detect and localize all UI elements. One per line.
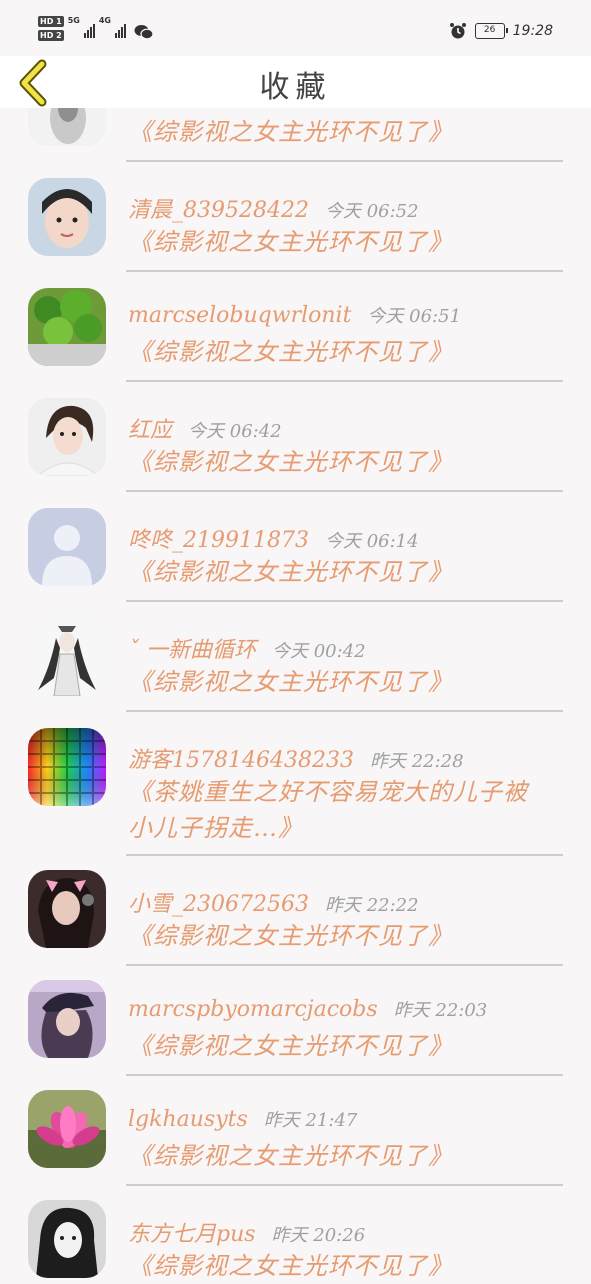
book-title[interactable]: 《茶姚重生之好不容易宠大的儿子被小儿子拐走…》 (128, 774, 548, 846)
hd1-badge: HD 1 (38, 16, 64, 27)
book-title[interactable]: 《综影视之女主光环不见了》 (128, 918, 558, 954)
timestamp: 昨天 20:26 (271, 1225, 366, 1246)
network-5g-label: 5G (67, 16, 80, 25)
user-name-text[interactable]: 游客1578146438233 (128, 748, 354, 773)
user-name[interactable]: lgkhausyts 昨天 21:47 (128, 1106, 357, 1132)
user-name-text[interactable]: marcspbyomarcjacobs (128, 997, 378, 1022)
user-name-text[interactable]: 清晨_839528422 (128, 198, 309, 223)
hd2-badge: HD 2 (38, 30, 64, 41)
timestamp: 昨天 22:28 (369, 751, 464, 772)
page-title: 收藏 (259, 70, 332, 105)
avatar[interactable] (28, 178, 106, 256)
list-item[interactable]: 东方七月pus 昨天 20:26 《综影视之女主光环不见了》 (0, 1186, 591, 1280)
user-name[interactable]: 东方七月pus 昨天 20:26 (128, 1216, 365, 1248)
list-item[interactable]: 小雪_230672563 昨天 22:22 《综影视之女主光环不见了》 (0, 856, 591, 966)
app-header: 收藏 (0, 56, 591, 108)
avatar[interactable] (28, 288, 106, 366)
avatar[interactable] (28, 870, 106, 948)
user-name[interactable]: marcspbyomarcjacobs 昨天 22:03 (128, 996, 487, 1022)
user-name-text[interactable]: 红应 (128, 418, 172, 443)
book-title[interactable]: 《综影视之女主光环不见了》 (128, 664, 558, 700)
list-item[interactable]: 清晨_839528422 今天 06:52 《综影视之女主光环不见了》 (0, 162, 591, 272)
avatar[interactable] (28, 508, 106, 586)
book-title[interactable]: 《综影视之女主光环不见了》 (128, 1248, 558, 1284)
timestamp: 今天 06:52 (324, 201, 419, 222)
alarm-icon (449, 23, 466, 39)
list-item[interactable]: ˇ 一新曲循环 今天 00:42 《综影视之女主光环不见了》 (0, 602, 591, 712)
user-name[interactable]: 红应 今天 06:42 (128, 412, 282, 444)
list-item[interactable]: lgkhausyts 昨天 21:47 《综影视之女主光环不见了》 (0, 1076, 591, 1186)
signal-icon (83, 22, 95, 38)
timestamp: 昨天 22:22 (324, 895, 419, 916)
timestamp: 昨天 21:47 (263, 1110, 358, 1131)
status-right: 26 19:28 (449, 22, 553, 40)
timestamp: 今天 06:42 (188, 421, 282, 442)
user-name[interactable]: 清晨_839528422 今天 06:52 (128, 192, 419, 224)
user-name[interactable]: 小雪_230672563 昨天 22:22 (128, 886, 419, 918)
user-name[interactable]: 游客1578146438233 昨天 22:28 (128, 742, 464, 774)
timestamp: 昨天 22:03 (393, 1000, 488, 1021)
network-4g-label: 4G (98, 16, 111, 25)
default-avatar-icon (28, 508, 106, 586)
avatar[interactable] (28, 1090, 106, 1168)
clock: 19:28 (512, 23, 553, 39)
timestamp: 今天 06:14 (324, 531, 419, 552)
book-title[interactable]: 《综影视之女主光环不见了》 (128, 334, 558, 370)
book-title[interactable]: 《综影视之女主光环不见了》 (128, 1028, 558, 1064)
timestamp: 今天 00:42 (272, 641, 366, 662)
user-name[interactable]: 咚咚_219911873 今天 06:14 (128, 522, 419, 554)
avatar[interactable] (28, 980, 106, 1058)
avatar[interactable] (28, 618, 106, 696)
avatar[interactable] (28, 1200, 106, 1278)
book-title[interactable]: 《综影视之女主光环不见了》 (128, 554, 558, 590)
user-name-text[interactable]: lgkhausyts (128, 1107, 248, 1132)
book-title[interactable]: 《综影视之女主光环不见了》 (128, 1138, 558, 1174)
user-name-text[interactable]: 东方七月pus (128, 1222, 256, 1247)
user-name-text[interactable]: marcselobuqwrlonit (128, 303, 351, 328)
user-name-text[interactable]: 小雪_230672563 (128, 892, 309, 917)
user-name[interactable]: ˇ 一新曲循环 今天 00:42 (128, 632, 366, 664)
user-name[interactable]: marcselobuqwrlonit 今天 06:51 (128, 302, 461, 328)
avatar[interactable] (28, 728, 106, 806)
user-name-text[interactable]: 咚咚_219911873 (128, 528, 309, 553)
user-name-text[interactable]: ˇ 一新曲循环 (128, 638, 256, 663)
battery-icon: 26 (474, 23, 508, 39)
wechat-icon (134, 25, 154, 40)
signal-icon-2 (114, 22, 126, 38)
sim-indicators: HD 1 HD 2 (38, 16, 64, 41)
battery-level: 26 (483, 25, 496, 35)
book-title[interactable]: 《综影视之女主光环不见了》 (128, 444, 558, 480)
status-left: HD 1 HD 2 5G 4G (38, 16, 154, 41)
list-item[interactable]: 咚咚_219911873 今天 06:14 《综影视之女主光环不见了》 (0, 492, 591, 602)
book-title[interactable]: 《综影视之女主光环不见了》 (128, 114, 558, 150)
status-bar: HD 1 HD 2 5G 4G 26 19:28 (0, 0, 591, 56)
list-item[interactable]: marcspbyomarcjacobs 昨天 22:03 《综影视之女主光环不见了… (0, 966, 591, 1076)
list-item[interactable]: 红应 今天 06:42 《综影视之女主光环不见了》 (0, 382, 591, 492)
list-item[interactable]: 游客1578146438233 昨天 22:28 《茶姚重生之好不容易宠大的儿子被… (0, 712, 591, 856)
avatar[interactable] (28, 398, 106, 476)
timestamp: 今天 06:51 (367, 306, 462, 327)
list-item[interactable]: marcselobuqwrlonit 今天 06:51 《综影视之女主光环不见了》 (0, 272, 591, 382)
book-title[interactable]: 《综影视之女主光环不见了》 (128, 224, 558, 260)
